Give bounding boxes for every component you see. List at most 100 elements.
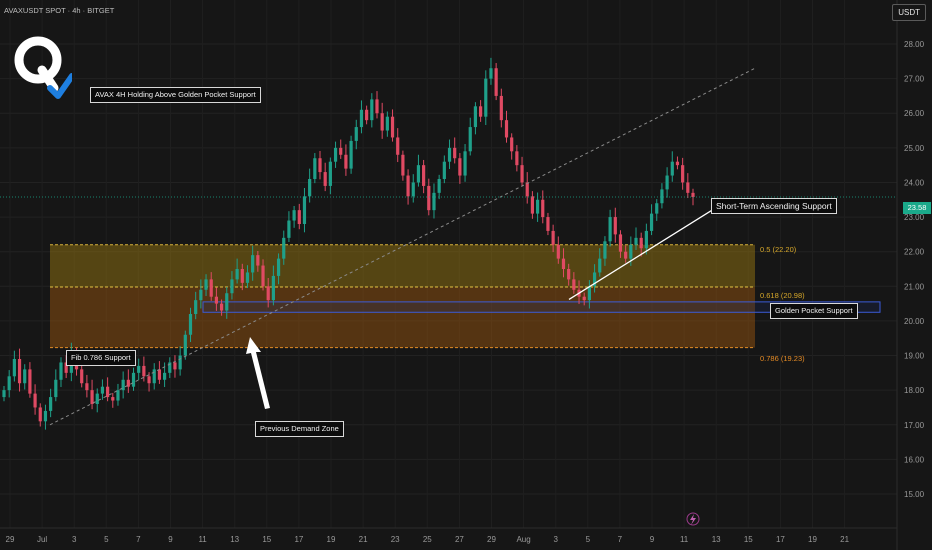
x-tick-label: 3	[553, 535, 558, 544]
candle-body	[515, 151, 519, 166]
candle-body	[556, 244, 560, 259]
ascending-support-label: Short-Term Ascending Support	[711, 198, 837, 214]
candle-body	[297, 210, 301, 224]
candle-body	[100, 386, 105, 394]
candle-body	[598, 258, 602, 273]
candle-body	[271, 275, 275, 301]
x-tick-label: 11	[198, 535, 207, 544]
x-tick-label: 3	[72, 535, 77, 544]
candle-body	[670, 161, 674, 176]
symbol-header: AVAXUSDT SPOT · 4h · BITGET	[4, 6, 115, 15]
candle-body	[365, 109, 369, 121]
candle-body	[416, 165, 421, 183]
candle-body	[230, 279, 234, 294]
candle-body	[349, 140, 353, 169]
candle-body	[520, 165, 524, 183]
y-tick-label: 18.00	[904, 386, 925, 395]
time-axis[interactable]: 29 Jul 3 5 7 9 11 13 15 17 19 21 23 25 27 29 Aug 3 5 7 9 11 13…	[6, 535, 850, 544]
candle-body	[147, 376, 151, 384]
fib-05-label: 0.5 (22.20)	[760, 245, 797, 254]
candle-body	[59, 362, 63, 380]
y-tick-label: 16.00	[904, 455, 925, 464]
candle-body	[302, 196, 307, 224]
candle-body	[261, 265, 265, 287]
candle-body	[225, 293, 229, 311]
candle-body	[655, 203, 659, 214]
fib-0618-label: 0.618 (20.98)	[760, 291, 805, 300]
candle-body	[587, 286, 591, 301]
candle-body	[665, 175, 669, 190]
x-tick-label: 5	[104, 535, 109, 544]
x-tick-label: Aug	[516, 535, 530, 544]
candle-body	[131, 372, 136, 387]
candle-body	[442, 161, 446, 179]
candle-body	[95, 393, 99, 404]
x-tick-label: 23	[391, 535, 400, 544]
fib-0786-support-label: Fib 0.786 Support	[66, 350, 136, 366]
candle-body	[411, 182, 415, 197]
candle-body	[380, 113, 384, 131]
x-tick-label: 27	[455, 535, 464, 544]
candle-body	[396, 137, 400, 155]
candle-body	[240, 269, 244, 283]
candle-body	[17, 359, 22, 384]
candle-body	[494, 68, 498, 96]
candle-body	[43, 410, 48, 422]
candle-body	[686, 182, 690, 193]
x-tick-label: 17	[776, 535, 785, 544]
x-tick-label: 15	[262, 535, 271, 544]
candle-body	[608, 217, 612, 242]
x-tick-label: 21	[840, 535, 849, 544]
x-tick-label: 19	[327, 535, 336, 544]
candle-body	[375, 99, 379, 114]
candle-body	[157, 369, 162, 380]
candle-body	[308, 179, 312, 197]
candle-body	[432, 192, 436, 211]
x-tick-label: 21	[359, 535, 368, 544]
candle-body	[427, 185, 431, 211]
price-axis[interactable]: 15.00 16.00 17.00 18.00 19.00 20.00 21.00 22.00…	[904, 40, 925, 499]
candle-body	[644, 230, 648, 249]
candle-body	[12, 359, 16, 377]
candle-body	[23, 369, 27, 384]
candle-body	[390, 116, 395, 138]
candle-body	[660, 189, 664, 204]
candle-body	[282, 237, 286, 259]
candle-body	[546, 217, 550, 231]
candle-body	[38, 407, 42, 422]
candle-body	[256, 255, 260, 266]
candle-body	[447, 147, 452, 162]
candle-body	[173, 362, 177, 370]
currency-badge[interactable]: USDT	[892, 4, 926, 21]
candle-body	[287, 220, 291, 238]
fib-0786-label: 0.786 (19.23)	[760, 354, 805, 363]
x-tick-label: 7	[618, 535, 623, 544]
candle-body	[209, 279, 213, 297]
x-tick-label: 13	[712, 535, 721, 544]
candle-body	[219, 303, 224, 311]
candle-body	[245, 272, 250, 283]
candle-body	[178, 355, 182, 370]
x-tick-label: 19	[808, 535, 817, 544]
q-checkmark-logo-icon	[14, 36, 72, 99]
candle-body	[106, 386, 110, 398]
candle-body	[54, 379, 58, 398]
candle-body	[510, 137, 514, 152]
x-tick-label: 7	[136, 535, 141, 544]
x-tick-label: 15	[744, 535, 753, 544]
y-tick-label: 25.00	[904, 144, 925, 153]
x-tick-label: 13	[230, 535, 239, 544]
candle-body	[473, 106, 478, 128]
candle-body	[292, 210, 296, 221]
y-tick-label: 28.00	[904, 40, 925, 49]
candle-body	[458, 158, 462, 176]
fib-zone-lower	[50, 287, 755, 348]
y-tick-label: 19.00	[904, 352, 925, 361]
price-chart[interactable]: 15.00 16.00 17.00 18.00 19.00 20.00 21.00 22.00…	[0, 0, 932, 550]
candle-body	[111, 397, 115, 401]
candle-body	[499, 95, 503, 121]
candle-body	[323, 172, 327, 186]
candle-body	[629, 244, 633, 259]
candle-body	[437, 179, 441, 193]
candle-body	[401, 154, 405, 176]
